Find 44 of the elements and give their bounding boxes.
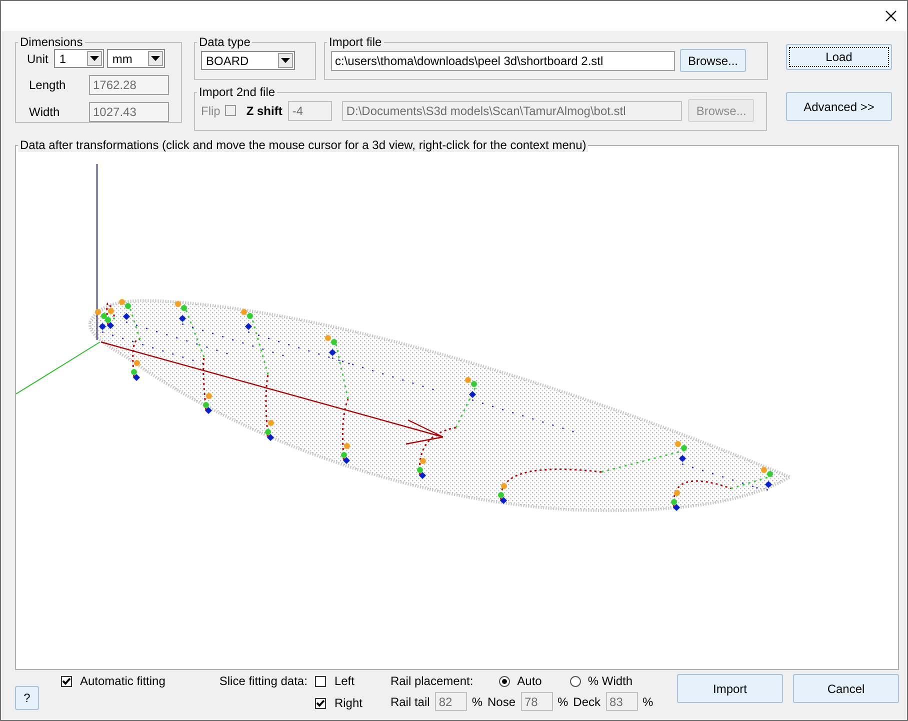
dropdown-arrow-icon xyxy=(151,56,160,61)
advanced-button[interactable]: Advanced >> xyxy=(786,92,892,121)
dropdown[interactable]: BOARD xyxy=(201,51,295,70)
checkbox[interactable] xyxy=(315,676,326,686)
field-label: Rail tail xyxy=(390,694,430,708)
field-label: Rail placement: xyxy=(390,674,474,688)
radio-label: Auto xyxy=(517,674,542,688)
help-button[interactable]: ? xyxy=(15,686,39,710)
group-title: Data type xyxy=(198,35,252,49)
close-icon[interactable] xyxy=(885,10,897,22)
checkbox-label: Right xyxy=(334,696,362,710)
group-title: Import file xyxy=(328,35,383,49)
field-label: Unit xyxy=(27,52,48,66)
dropdown[interactable]: 1 xyxy=(54,49,104,68)
cancel-button[interactable]: Cancel xyxy=(793,674,899,703)
checkbox[interactable] xyxy=(315,698,326,708)
group-title: Dimensions xyxy=(19,35,84,49)
group-title: Data after transformations (click and move the mouse cursor for a 3d view, right-click for the context menu) xyxy=(18,138,588,152)
checkbox[interactable] xyxy=(61,676,72,686)
checkbox-label: Left xyxy=(334,674,354,688)
input-field[interactable]: c:\users\thoma\downloads\peel 3d\shortboard 2.stl xyxy=(331,50,675,70)
radio-button[interactable] xyxy=(499,676,510,686)
field-label: Length xyxy=(28,78,67,92)
load-button[interactable]: Load xyxy=(786,44,892,70)
unit-label: % xyxy=(642,694,654,708)
input-field[interactable]: 1027.43 xyxy=(89,102,169,122)
unit-label: % xyxy=(472,694,482,708)
field-label: Deck xyxy=(573,694,601,708)
unit-label: % xyxy=(558,694,568,708)
checkbox-label: Automatic fitting xyxy=(80,674,166,688)
dropdown-arrow-icon xyxy=(90,56,100,61)
dropdown[interactable]: mm xyxy=(107,49,166,68)
dropdown-arrow-icon xyxy=(281,58,290,63)
field-label: Nose xyxy=(487,694,516,708)
radio-button[interactable] xyxy=(570,676,581,686)
field-label: Slice fitting data: xyxy=(219,673,308,690)
field-label: Width xyxy=(28,105,61,119)
radio-label: % Width xyxy=(588,674,633,688)
import-button[interactable]: Import xyxy=(677,674,783,703)
input-field[interactable]: 1762.28 xyxy=(89,75,169,95)
field-label: Z shift xyxy=(246,104,282,118)
browse-button[interactable]: Browse... xyxy=(680,49,746,72)
field-label: Flip xyxy=(201,104,220,118)
group-title: Import 2nd file xyxy=(198,85,276,99)
